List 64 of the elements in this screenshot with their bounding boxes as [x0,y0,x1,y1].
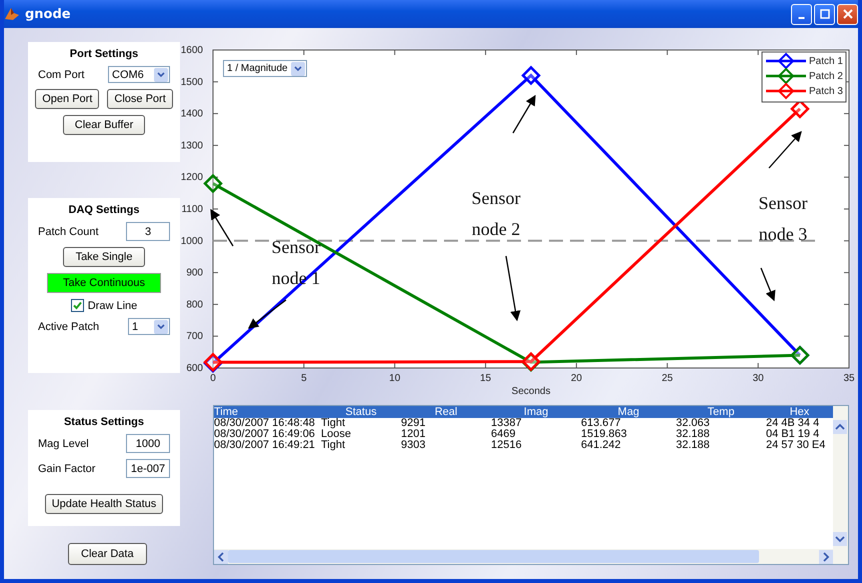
column-header: Mag [616,406,640,418]
annotation-label: Sensor node 2 [470,187,522,241]
field-label: Patch Count [38,226,99,238]
panel-title: DAQ Settings [68,204,140,216]
y-tick-label: 1500 [181,76,203,88]
y-tick-label: 800 [186,299,203,310]
y-tick-label: 900 [186,268,203,279]
column-header: Hex [788,406,810,418]
table-cell-text: 08/30/2007 16:49:21 [214,440,316,451]
table-cell-text: 6469 [491,429,516,440]
field-label: Active Patch [38,320,100,332]
table-cell-text: 12516 [491,440,523,451]
column-header: Temp [706,406,736,418]
y-tick-label: 700 [186,331,203,342]
table-cell-text: Loose [321,429,352,440]
y-tick-label: 600 [186,363,203,374]
x-tick-label: 15 [480,373,492,384]
table-cell-text: 613.677 [581,418,621,429]
y-tick-label: 1400 [181,108,203,120]
y-tick-label: 1100 [181,204,203,215]
x-tick-label: 30 [752,373,764,384]
annotation-label: Sensor node 1 [270,236,322,290]
table-cell-text: Tight [321,440,346,451]
y-tick-label: 1200 [181,172,203,184]
x-tick-label: 5 [301,373,307,384]
table-cell-text: 32.063 [676,418,710,429]
table-cell-text: 32.188 [676,429,711,440]
column-header: Real [434,406,458,418]
table-cell-text: 1201 [401,429,426,440]
x-tick-label: 35 [843,373,855,384]
x-tick-label: 20 [570,373,582,384]
panel-title: Status Settings [64,416,144,428]
legend-label: Patch 2 [809,71,843,82]
panel-title: Port Settings [70,48,138,60]
table-cell-text: Tight [321,418,346,429]
table-cell-text: 08/30/2007 16:48:48 [214,418,316,429]
table-cell-text: 9303 [401,440,426,451]
table-cell-text: 13387 [491,418,523,429]
y-tick-label: 1600 [181,45,203,56]
x-tick-label: 0 [210,373,216,384]
table-cell-text: 24 4B 34 4 [766,418,820,429]
table-cell-text: 32.188 [676,440,711,451]
table-cell-text: 1519.863 [581,429,628,440]
field-label: Com Port [38,68,84,80]
checkbox-label: Draw Line [88,300,138,312]
column-header: Status [345,406,378,418]
table-cell-text: 641.242 [581,440,622,451]
table-cell-text: 04 B1 19 4 [766,429,820,440]
column-header: Time [214,406,240,418]
table-cell-text: 24 57 30 E4 [766,440,826,451]
field-label: Gain Factor [38,462,96,474]
table-cell-text: 9291 [401,418,426,429]
legend-label: Patch 3 [809,86,843,97]
field-label: Mag Level [38,438,89,450]
x-tick-label: 10 [389,373,400,384]
y-tick-label: 1000 [181,236,203,247]
legend-label: Patch 1 [809,56,843,67]
window-title: gnode [25,6,71,22]
table-cell-text: 08/30/2007 16:49:06 [214,429,316,440]
column-header: Imag [522,406,550,418]
x-axis-label: Seconds [512,386,550,397]
x-tick-label: 25 [662,373,673,384]
annotation-label: Sensor node 3 [758,192,808,246]
y-tick-label: 1300 [181,140,203,152]
